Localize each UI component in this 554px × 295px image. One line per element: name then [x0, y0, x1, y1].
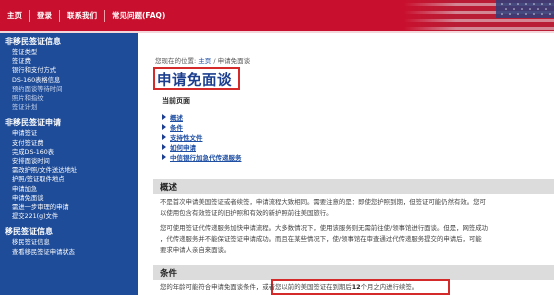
table-of-contents: 概述 条件 支持性文件 如何申请 中信银行加急代传递服务 — [162, 112, 242, 162]
sidebar-item-221g-documents[interactable]: 提交221(g)文件 — [0, 212, 138, 221]
toc-link[interactable]: 中信银行加急代传递服务 — [170, 152, 242, 162]
sidebar-item-apply-visa[interactable]: 申请签证 — [0, 129, 138, 138]
us-flag-banner-image — [404, 0, 554, 31]
text-line: 不是首次申请美国签证或者续签，申请流程大致相同。需要注意的是：即使您护照到期，但… — [160, 198, 486, 206]
sidebar-item-pay-fee[interactable]: 支付签证费 — [0, 139, 138, 148]
toc-link[interactable]: 条件 — [170, 122, 183, 132]
sidebar-item-pickup-location[interactable]: 护照/签证取件地点 — [0, 175, 138, 184]
sidebar-heading-nonimmigrant-apply: 非移民签证申请 — [5, 118, 61, 128]
toc-link[interactable]: 支持性文件 — [170, 132, 203, 142]
conditions-paragraph: 您的年龄可能符合申请免面谈条件，或者您以前的美国签证在到期后12个月之内进行续签… — [160, 282, 552, 293]
breadcrumb-current: 申请免面谈 — [217, 57, 251, 65]
sidebar-item-admin-processing[interactable]: 需进一步审理的申请 — [0, 203, 138, 212]
overview-paragraph-2: 您可使用签证代传递服务加快申请流程。大多数情况下，使用该服务则无需前往使/领事馆… — [160, 223, 552, 256]
sidebar-item-complete-ds160[interactable]: 完成DS-160表 — [0, 148, 138, 157]
sidebar-item-wait-times[interactable]: 预约面谈等待时间 — [0, 85, 138, 94]
sidebar-item-delivery-address[interactable]: 需改护照/文件送达地址 — [0, 166, 138, 175]
overview-paragraph-1: 不是首次申请美国签证或者续签，申请流程大致相同。需要注意的是：即使您护照到期，但… — [160, 197, 552, 219]
toc-link[interactable]: 如何申请 — [170, 142, 196, 152]
conditions-highlight-text: 或者您以前的美国签证在到期后 — [262, 283, 352, 291]
text-line: ，代传递服务并不能保证签证申请成功。而且在某些情况下，使/领事馆在审查通过代传递… — [160, 235, 482, 243]
overview-heading: 概述 — [160, 183, 178, 193]
top-nav-bar: 主页 登录 联系我们 常见问题(FAQ) — [0, 0, 554, 31]
arrow-right-icon — [162, 124, 166, 130]
text-line: 以使用包含有效签证的旧护照和有效的新护照前往美国旅行。 — [160, 209, 333, 217]
sidebar-item-schedule-interview[interactable]: 安排面谈时间 — [0, 157, 138, 166]
sidebar-item-interview-waiver[interactable]: 申请免面谈 — [0, 194, 138, 203]
arrow-right-icon — [162, 134, 166, 140]
toc-item-citic-courier[interactable]: 中信银行加急代传递服务 — [162, 152, 242, 162]
top-nav: 主页 登录 联系我们 常见问题(FAQ) — [0, 9, 172, 23]
sidebar-item-visa-program[interactable]: 签证计划 — [0, 103, 138, 112]
sidebar-heading-nonimmigrant-info: 非移民签证信息 — [5, 37, 61, 46]
sidebar-item-visa-fees[interactable]: 签证费 — [0, 57, 138, 66]
conditions-months-number: 12 — [351, 283, 361, 291]
nav-faq-link[interactable]: 常见问题(FAQ) — [105, 9, 172, 23]
toc-item-how-to-apply[interactable]: 如何申请 — [162, 142, 242, 152]
nav-contact-link[interactable]: 联系我们 — [60, 9, 104, 23]
toc-item-conditions[interactable]: 条件 — [162, 122, 242, 132]
arrow-right-icon — [162, 144, 166, 150]
nav-login-link[interactable]: 登录 — [30, 9, 59, 23]
toc-item-overview[interactable]: 概述 — [162, 112, 242, 122]
breadcrumb-home-link[interactable]: 主页 — [198, 57, 211, 65]
sidebar-heading-immigrant-info: 移民签证信息 — [5, 227, 53, 237]
text-line: 您可使用签证代传递服务加快申请流程。大多数情况下，使用该服务则无需前往使/领事馆… — [160, 224, 489, 232]
sidebar: 非移民签证信息 签证类型 签证费 银行和支付方式 DS-160表格信息 预约面谈… — [0, 33, 138, 295]
sidebar-item-expedite[interactable]: 申请加急 — [0, 185, 138, 194]
arrow-right-icon — [162, 114, 166, 120]
sidebar-item-payment-methods[interactable]: 银行和支付方式 — [0, 66, 138, 75]
sidebar-item-photos-fingerprints[interactable]: 照片和指纹 — [0, 94, 138, 103]
main-content: 您现在的位置: 主页 / 申请免面谈 申请免面谈 当前页面 概述 条件 支持性文… — [140, 33, 554, 295]
nav-home-link[interactable]: 主页 — [0, 9, 29, 23]
sidebar-item-visa-types[interactable]: 签证类型 — [0, 48, 138, 57]
sidebar-item-ds160-info[interactable]: DS-160表格信息 — [0, 76, 138, 85]
current-page-label: 当前页面 — [162, 97, 190, 105]
toc-link[interactable]: 概述 — [170, 112, 183, 122]
page-title: 申请免面谈 — [157, 73, 232, 89]
sidebar-item-immigrant-status[interactable]: 查看移民签证申请状态 — [0, 248, 138, 257]
text-line: 要求申请人亲自来面谈。 — [160, 246, 231, 254]
conditions-highlight-text-end: 个月之内进行续签。 — [360, 283, 419, 291]
breadcrumb-prefix: 您现在的位置: — [155, 57, 197, 65]
arrow-right-icon — [162, 154, 166, 160]
sidebar-item-immigrant-info[interactable]: 移民签证信息 — [0, 238, 138, 247]
conditions-heading: 条件 — [160, 269, 178, 279]
conditions-section-bar — [153, 265, 554, 280]
breadcrumb-separator: / — [213, 57, 216, 65]
conditions-text: 您的年龄可能符合申请免面谈条件， — [160, 283, 263, 291]
toc-item-documents[interactable]: 支持性文件 — [162, 132, 242, 142]
breadcrumb: 您现在的位置: 主页 / 申请免面谈 — [155, 55, 250, 65]
overview-section-bar — [153, 179, 554, 194]
